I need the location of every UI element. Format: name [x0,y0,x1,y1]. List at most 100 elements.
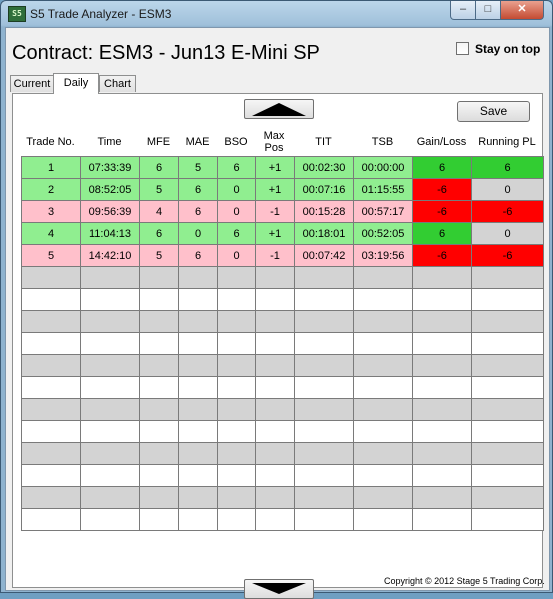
scroll-up-button[interactable] [244,99,314,119]
table-row[interactable]: 2 08:52:05 5 6 0 +1 00:07:16 01:15:55 -6 0 [21,178,544,201]
table-cell [178,420,218,443]
table-cell [353,332,413,355]
table-cell [412,420,472,443]
app-icon: S5 [8,6,26,22]
table-cell [80,376,140,399]
table-row[interactable]: 1 07:33:39 6 5 6 +1 00:02:30 00:00:00 6 6 [21,156,544,179]
empty-table-row[interactable] [21,508,544,531]
tab-daily-label: Daily [63,77,89,89]
column-header: MAE [185,136,210,148]
table-cell [139,332,179,355]
table-cell: 07:33:39 [80,156,140,179]
table-cell [353,376,413,399]
empty-table-row[interactable] [21,288,544,311]
table-cell: 00:15:28 [294,200,354,223]
empty-table-row[interactable] [21,266,544,289]
table-cell [217,442,256,465]
scroll-down-button[interactable] [244,579,314,599]
minimize-icon: – [459,3,467,15]
column-header: TSB [371,136,394,148]
table-cell: -6 [412,200,472,223]
tab-current[interactable]: Current [10,75,54,92]
table-cell [353,442,413,465]
table-cell [255,332,295,355]
table-cell: 08:52:05 [80,178,140,201]
table-cell [255,288,295,311]
table-cell [412,332,472,355]
table-cell: 6 [412,222,472,245]
empty-table-row[interactable] [21,332,544,355]
table-cell [471,398,544,421]
table-cell [21,288,81,311]
table-cell [21,266,81,289]
table-cell: 6 [139,156,179,179]
empty-table-row[interactable] [21,464,544,487]
table-cell: 14:42:10 [80,244,140,267]
table-cell: 5 [21,244,81,267]
table-cell [217,332,256,355]
table-cell [471,332,544,355]
column-header: MFE [146,136,171,148]
empty-table-row[interactable] [21,442,544,465]
column-header: Trade No. [26,136,75,148]
table-row[interactable]: 3 09:56:39 4 6 0 -1 00:15:28 00:57:17 -6 -6 [21,200,544,223]
table-cell [217,508,256,531]
table-cell [255,442,295,465]
empty-table-row[interactable] [21,376,544,399]
table-cell: -6 [471,244,544,267]
table-cell: -1 [255,244,295,267]
tab-daily[interactable]: Daily [53,73,99,94]
empty-table-row[interactable] [21,398,544,421]
table-cell [217,464,256,487]
table-cell [255,464,295,487]
app-window: S5 S5 Trade Analyzer - ESM3 – □ ✕ Contra… [0,0,553,599]
table-cell [178,376,218,399]
minimize-button[interactable]: – [450,1,476,20]
table-cell [255,310,295,333]
table-cell [80,464,140,487]
table-cell [217,486,256,509]
table-cell [471,310,544,333]
table-cell [412,442,472,465]
maximize-button[interactable]: □ [475,1,501,20]
table-cell: 4 [21,222,81,245]
table-cell [139,288,179,311]
table-cell [353,464,413,487]
table-cell [178,508,218,531]
table-cell [80,442,140,465]
tab-chart[interactable]: Chart [99,75,136,92]
empty-table-row[interactable] [21,310,544,333]
table-cell [353,508,413,531]
table-cell [471,464,544,487]
table-cell [80,398,140,421]
close-button[interactable]: ✕ [500,1,544,20]
empty-table-row[interactable] [21,486,544,509]
table-cell [471,266,544,289]
table-cell [294,354,354,377]
trades-table-header: Trade No. Time MFE MAE BSO Max Pos TIT TSB Gain/… [21,128,543,156]
table-row[interactable]: 5 14:42:10 5 6 0 -1 00:07:42 03:19:56 -6 -6 [21,244,544,267]
table-cell: 6 [178,178,218,201]
table-cell [21,354,81,377]
table-cell [139,310,179,333]
table-cell [217,398,256,421]
column-header: Time [97,136,122,148]
table-cell: 03:19:56 [353,244,413,267]
title-bar[interactable]: S5 S5 Trade Analyzer - ESM3 – □ ✕ [1,1,552,27]
stay-on-top-checkbox[interactable] [456,42,469,55]
table-cell: +1 [255,156,295,179]
stay-on-top-toggle[interactable]: Stay on top [456,42,540,56]
save-button[interactable]: Save [457,101,530,122]
trades-table: 1 07:33:39 6 5 6 +1 00:02:30 00:00:00 6 6 2 08:52:0… [21,156,544,531]
table-cell [412,310,472,333]
table-cell [217,376,256,399]
table-cell [80,266,140,289]
table-cell: 4 [139,200,179,223]
table-cell [21,464,81,487]
table-row[interactable]: 4 11:04:13 6 0 6 +1 00:18:01 00:52:05 6 0 [21,222,544,245]
empty-table-row[interactable] [21,420,544,443]
table-cell [294,486,354,509]
table-cell [294,464,354,487]
empty-table-row[interactable] [21,354,544,377]
table-cell [353,420,413,443]
